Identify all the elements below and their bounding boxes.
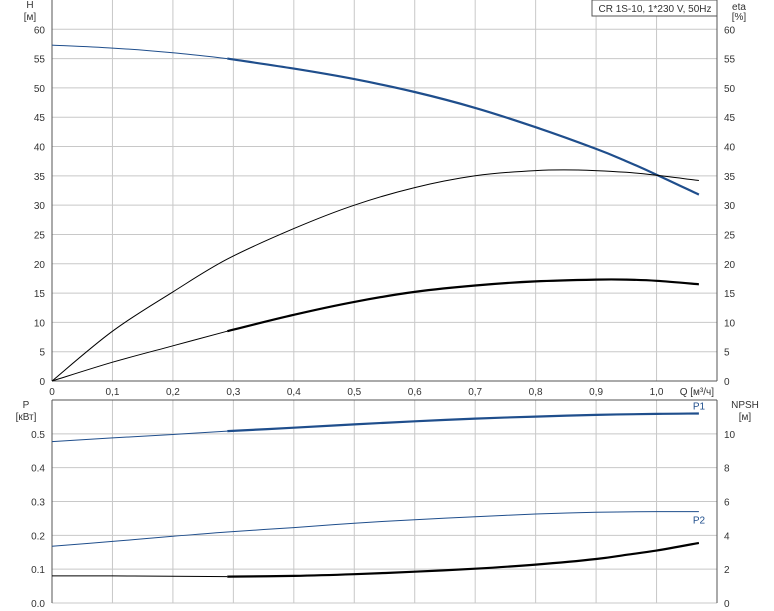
p-tick-label: 0.0 [31, 599, 45, 610]
x-tick-label: 0 [49, 387, 55, 398]
y-tick-label-left: 60 [34, 25, 46, 36]
y-tick-label-right: 10 [724, 318, 736, 329]
x-tick-label: 0,9 [589, 387, 603, 398]
y-tick-label-left: 15 [34, 289, 46, 300]
series-p2-curve-thin [51, 511, 699, 547]
y-tick-label-left: 35 [34, 172, 46, 183]
power-npsh-plot: 0.0 0.1 0.2 0.3 0.4 0.5 0 2 4 6 8 10 P[кВт] NPSH[м] P1… [16, 399, 759, 610]
y-tick-label-left: 25 [34, 230, 46, 241]
y-tick-label-right: 5 [724, 348, 730, 359]
p-axis-unit: [кВт] [16, 412, 37, 423]
y-tick-label-left: 10 [34, 318, 46, 329]
npsh-tick-label: 10 [724, 430, 736, 441]
x-axis-label: Q [м³/ч] [680, 387, 715, 398]
series-label-p1: P1 [693, 402, 706, 413]
y-tick-label-right: 20 [724, 260, 736, 271]
p-tick-label: 0.3 [31, 498, 45, 509]
y-axis-unit-left: [м] [24, 12, 37, 23]
y-tick-label-right: 30 [724, 201, 736, 212]
npsh-tick-label: 4 [724, 531, 730, 542]
y-tick-label-right: 45 [724, 113, 736, 124]
series-eta-bold-curve-duty [227, 278, 699, 333]
series-eta-bold-curve-thin [51, 330, 228, 382]
y-tick-label-right: 35 [724, 172, 736, 183]
x-tick-label: 0,4 [287, 387, 301, 398]
x-tick-label: 0,5 [347, 387, 361, 398]
npsh-tick-label: 8 [724, 464, 730, 475]
pump-performance-chart: 0 0,1 0,2 0,3 0,4 0,5 0,6 0,7 0,8 0,9 1,00 05 510 101… [16, 0, 759, 610]
x-tick-label: 0,6 [408, 387, 422, 398]
p-tick-label: 0.2 [31, 531, 45, 542]
p-tick-label: 0.4 [31, 464, 45, 475]
p-tick-label: 0.5 [31, 430, 45, 441]
head-efficiency-plot: 0 0,1 0,2 0,3 0,4 0,5 0,6 0,7 0,8 0,9 1,00 05 510 101… [24, 0, 747, 398]
y-tick-label-left: 55 [34, 55, 46, 66]
x-tick-label: 0,3 [226, 387, 240, 398]
x-tick-label: 0,2 [166, 387, 180, 398]
y-tick-label-right: 0 [724, 377, 730, 388]
series-p1-curve-duty [227, 412, 699, 433]
y-tick-label-left: 20 [34, 260, 46, 271]
series-p1-curve-thin [51, 430, 228, 443]
y-axis-unit-right: [%] [732, 12, 747, 23]
y-tick-label-right: 40 [724, 143, 736, 154]
x-tick-label: 1,0 [650, 387, 664, 398]
y-tick-label-right: 50 [724, 84, 736, 95]
npsh-axis-unit: [м] [739, 412, 752, 423]
series-npsh-curve-thin [51, 575, 228, 578]
npsh-tick-label: 2 [724, 565, 730, 576]
p-axis-name: P [23, 400, 30, 411]
y-tick-label-right: 60 [724, 25, 736, 36]
npsh-tick-label: 0 [724, 599, 730, 610]
y-tick-label-right: 55 [724, 55, 736, 66]
y-tick-label-left: 40 [34, 143, 46, 154]
series-npsh-curve-duty [227, 541, 700, 578]
series-h-curve-duty [227, 57, 700, 196]
y-tick-label-left: 0 [39, 377, 45, 388]
x-tick-label: 0,7 [468, 387, 482, 398]
y-tick-label-left: 5 [39, 348, 45, 359]
y-tick-label-left: 50 [34, 84, 46, 95]
y-tick-label-right: 25 [724, 230, 736, 241]
p-tick-label: 0.1 [31, 565, 45, 576]
y-tick-label-left: 30 [34, 201, 46, 212]
y-axis-name-left: H [26, 0, 33, 11]
x-tick-label: 0,1 [106, 387, 120, 398]
series-h-curve-thin [51, 44, 228, 60]
y-tick-label-left: 45 [34, 113, 46, 124]
y-tick-label-right: 15 [724, 289, 736, 300]
series-eta-curve-thin [51, 169, 699, 382]
chart-title: CR 1S-10, 1*230 V, 50Hz [598, 4, 711, 15]
npsh-tick-label: 6 [724, 498, 730, 509]
npsh-axis-name: NPSH [731, 400, 759, 411]
title-box: CR 1S-10, 1*230 V, 50Hz [591, 0, 718, 17]
x-tick-label: 0,8 [529, 387, 543, 398]
series-label-p2: P2 [693, 516, 706, 527]
